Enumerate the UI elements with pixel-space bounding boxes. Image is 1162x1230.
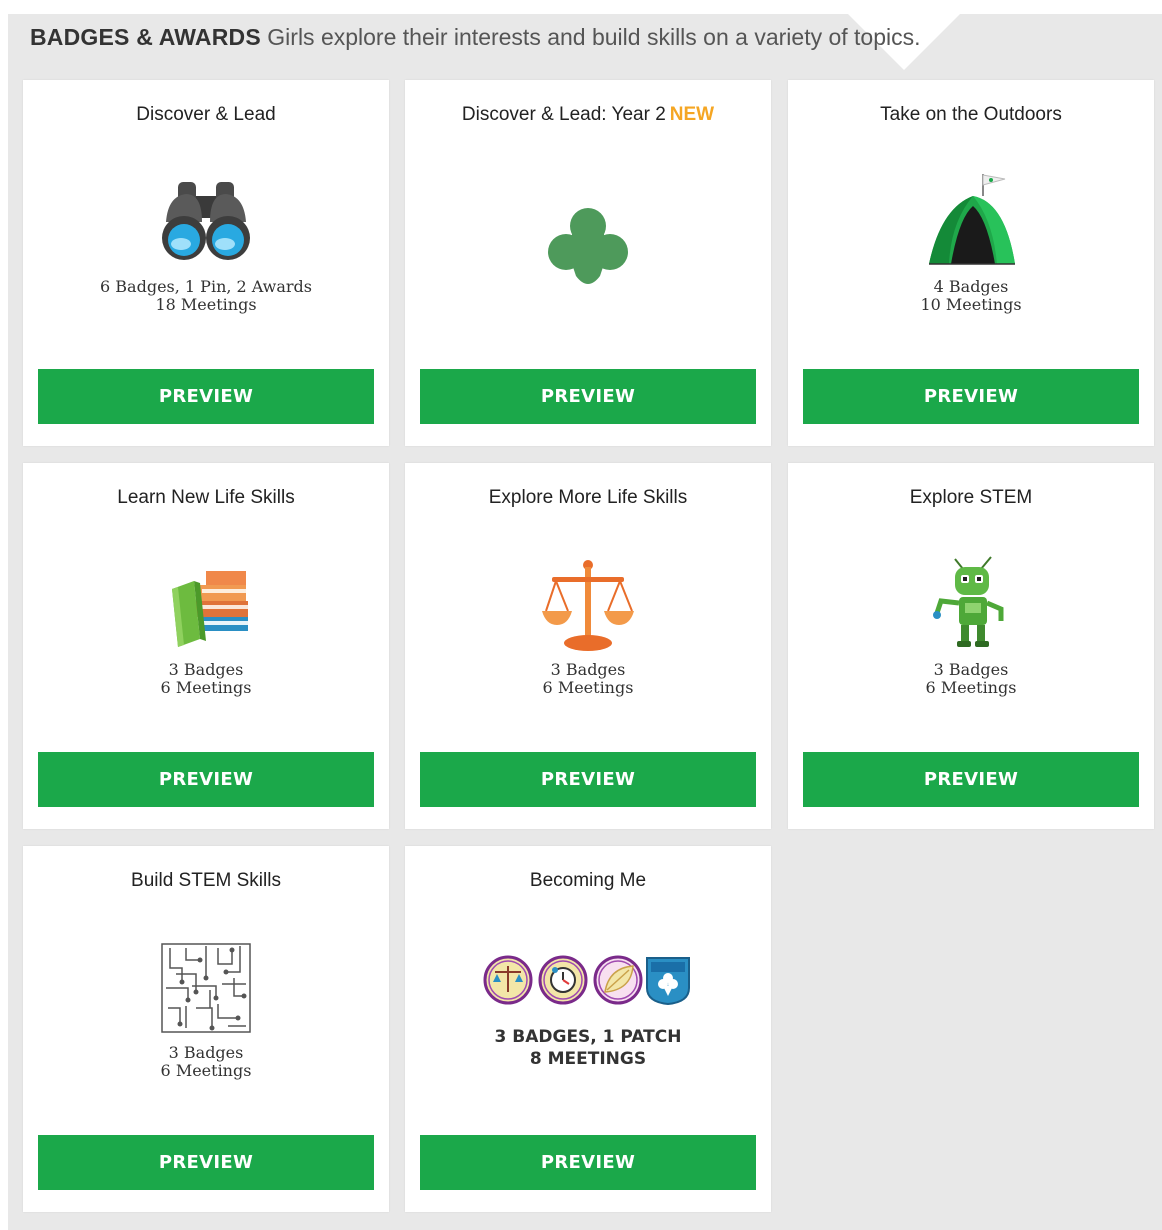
card-discover-lead: Discover & Lead 6 Badges, 1 Pin, 2 Award…: [23, 80, 389, 446]
preview-button[interactable]: PREVIEW: [38, 1135, 374, 1190]
becoming-me-patch-icon: [646, 957, 690, 1006]
preview-button[interactable]: PREVIEW: [803, 369, 1139, 424]
card-discover-lead-year-2: Discover & Lead: Year 2 NEW PREVIEW: [405, 80, 771, 446]
card-meta-line2: 18 Meetings: [155, 295, 257, 314]
preview-button[interactable]: PREVIEW: [420, 752, 756, 807]
card-meta: 3 Badges 6 Meetings: [23, 1044, 389, 1080]
card-title: Learn New Life Skills: [117, 487, 295, 508]
card-meta-line2: 6 Meetings: [160, 1061, 252, 1080]
preview-button[interactable]: PREVIEW: [38, 369, 374, 424]
card-meta: 4 Badges 10 Meetings: [788, 278, 1154, 314]
card-learn-new-life-skills: Learn New Life Skills 3 Badges 6 Meeting…: [23, 463, 389, 829]
card-meta: 3 Badges 6 Meetings: [788, 661, 1154, 697]
trefoil-icon: [548, 208, 628, 284]
card-meta-line2: 6 Meetings: [160, 678, 252, 697]
section-header: BADGES & AWARDS Girls explore their inte…: [30, 24, 921, 51]
badge-set-icon: [483, 955, 690, 1006]
card-build-stem-skills: Build STEM Skills 3 Badges 6 Meetings PR…: [23, 846, 389, 1212]
card-title-text: Discover & Lead: Year 2: [461, 104, 666, 125]
card-title: Discover & Lead: Year 2 NEW: [405, 104, 771, 126]
card-meta-line1: 6 Badges, 1 Pin, 2 Awards: [100, 277, 312, 296]
card-meta-line1: 3 BADGES, 1 PATCH: [494, 1027, 682, 1047]
card-meta: 3 Badges 6 Meetings: [405, 661, 771, 697]
card-becoming-me: Becoming Me 3 BADGES, 1 PATCH 8 MEETINGS…: [405, 846, 771, 1212]
card-title: Explore More Life Skills: [488, 487, 688, 508]
new-label: NEW: [669, 104, 715, 125]
card-explore-more-life-skills: Explore More Life Skills 3 Badges 6 Meet…: [405, 463, 771, 829]
card-meta-line2: 6 Meetings: [542, 678, 634, 697]
circuit-icon: [161, 943, 251, 1033]
card-meta-line1: 4 Badges: [933, 277, 1009, 296]
card-title: Explore STEM: [909, 487, 1033, 508]
card-title: Becoming Me: [529, 870, 647, 891]
card-title: Discover & Lead: [136, 104, 276, 125]
card-meta-line1: 3 Badges: [168, 660, 244, 679]
card-meta: 3 Badges 6 Meetings: [23, 661, 389, 697]
section-title: BADGES & AWARDS: [30, 24, 261, 50]
robot-icon: [933, 556, 1004, 647]
binoculars-icon: [162, 182, 250, 260]
section-tagline: Girls explore their interests and build …: [267, 24, 921, 50]
preview-button[interactable]: PREVIEW: [420, 369, 756, 424]
balance-badge-icon: [483, 955, 533, 1005]
card-meta-line1: 3 Badges: [168, 1043, 244, 1062]
tent-icon: [929, 174, 1015, 265]
card-meta-line1: 3 Badges: [550, 660, 626, 679]
card-meta-line1: 3 Badges: [933, 660, 1009, 679]
card-meta: 6 Badges, 1 Pin, 2 Awards 18 Meetings: [23, 278, 389, 314]
leaf-badge-icon: [593, 955, 643, 1005]
preview-button[interactable]: PREVIEW: [420, 1135, 756, 1190]
card-meta: 3 BADGES, 1 PATCH 8 MEETINGS: [405, 1026, 771, 1070]
card-explore-stem: Explore STEM 3 Badges 6 Meetings PREVIEW: [788, 463, 1154, 829]
card-meta-line2: 6 Meetings: [925, 678, 1017, 697]
card-title: Take on the Outdoors: [880, 104, 1062, 125]
books-icon: [172, 571, 248, 647]
card-title: Build STEM Skills: [131, 870, 281, 891]
badges-awards-panel: BADGES & AWARDS Girls explore their inte…: [8, 14, 1162, 1230]
clock-badge-icon: [538, 955, 588, 1005]
card-meta-line2: 10 Meetings: [920, 295, 1022, 314]
scales-icon: [542, 560, 634, 651]
card-meta-line2: 8 MEETINGS: [529, 1049, 647, 1069]
card-take-on-outdoors: Take on the Outdoors 4 Badges 10 Meeting…: [788, 80, 1154, 446]
preview-button[interactable]: PREVIEW: [803, 752, 1139, 807]
preview-button[interactable]: PREVIEW: [38, 752, 374, 807]
